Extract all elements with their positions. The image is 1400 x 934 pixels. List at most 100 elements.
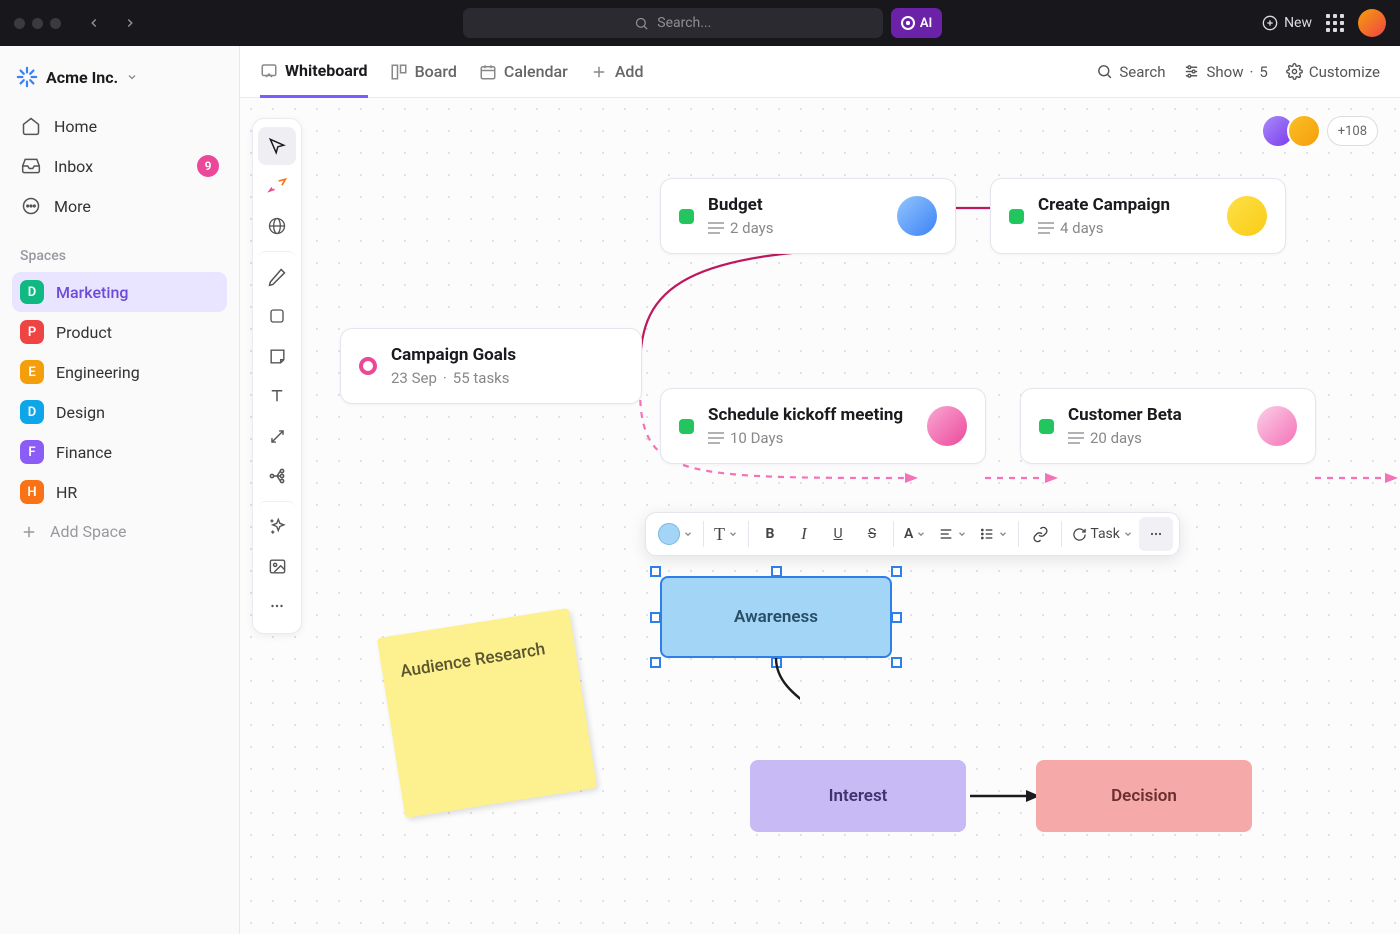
tool-text[interactable] <box>258 377 296 415</box>
add-space[interactable]: Add Space <box>12 512 227 551</box>
tab-board[interactable]: Board <box>390 46 457 98</box>
card-sub: 20 days <box>1068 429 1243 447</box>
view-tabs: Whiteboard Board Calendar Add Search Sho… <box>240 46 1400 98</box>
flow-decision[interactable]: Decision <box>1036 760 1252 832</box>
card-budget[interactable]: Budget 2 days <box>660 178 956 254</box>
collaborators[interactable]: +108 <box>1269 114 1378 148</box>
tab-add[interactable]: Add <box>590 46 644 98</box>
window-controls[interactable] <box>14 18 61 29</box>
assignee-avatar <box>927 406 967 446</box>
home-icon <box>20 115 42 137</box>
avatar <box>1287 114 1321 148</box>
tool-image[interactable] <box>258 547 296 585</box>
nav-forward[interactable] <box>117 10 143 36</box>
space-marketing[interactable]: D Marketing <box>12 272 227 312</box>
apps-icon[interactable] <box>1326 14 1344 32</box>
collab-more[interactable]: +108 <box>1327 116 1378 146</box>
sidebar: Acme Inc. Home Inbox 9 More Spaces D Mark… <box>0 46 240 934</box>
status-square <box>1039 419 1054 434</box>
card-title: Schedule kickoff meeting <box>708 405 913 425</box>
sticky-note[interactable]: Audience Research <box>377 608 597 818</box>
card-sub: 4 days <box>1038 219 1213 237</box>
nav-home[interactable]: Home <box>12 106 227 146</box>
whiteboard-canvas[interactable]: +108 <box>240 98 1400 934</box>
tool-mindmap[interactable] <box>258 457 296 495</box>
plus-icon <box>590 63 608 81</box>
space-label: Product <box>56 323 112 342</box>
format-toolbar: T B I U S A Task <box>645 512 1180 556</box>
tool-magic[interactable] <box>258 501 296 545</box>
space-icon: P <box>20 320 44 344</box>
nav-more[interactable]: More <box>12 186 227 226</box>
tool-sticky[interactable] <box>258 337 296 375</box>
ai-icon <box>901 16 915 30</box>
card-title: Campaign Goals <box>391 345 623 365</box>
convert-task[interactable]: Task <box>1066 517 1139 551</box>
tab-calendar[interactable]: Calendar <box>479 46 568 98</box>
tool-connector[interactable] <box>258 417 296 455</box>
strikethrough[interactable]: S <box>855 517 889 551</box>
nav-inbox[interactable]: Inbox 9 <box>12 146 227 186</box>
workspace-switcher[interactable]: Acme Inc. <box>12 60 227 106</box>
content-area: Whiteboard Board Calendar Add Search Sho… <box>240 46 1400 934</box>
inbox-icon <box>20 155 42 177</box>
tab-whiteboard[interactable]: Whiteboard <box>260 46 368 98</box>
view-show[interactable]: Show · 5 <box>1183 63 1267 81</box>
space-hr[interactable]: HHR <box>12 472 227 512</box>
search-placeholder: Search... <box>657 15 711 31</box>
card-kickoff[interactable]: Schedule kickoff meeting 10 Days <box>660 388 986 464</box>
global-search[interactable]: Search... <box>463 8 883 38</box>
text-color[interactable]: A <box>898 517 932 551</box>
underline[interactable]: U <box>821 517 855 551</box>
align[interactable] <box>932 517 973 551</box>
list[interactable] <box>973 517 1014 551</box>
card-title: Create Campaign <box>1038 195 1213 215</box>
user-avatar[interactable] <box>1358 9 1386 37</box>
card-title: Budget <box>708 195 883 215</box>
link[interactable] <box>1023 517 1057 551</box>
nav-back[interactable] <box>81 10 107 36</box>
flow-awareness[interactable]: Awareness <box>660 576 892 658</box>
card-beta[interactable]: Customer Beta 20 days <box>1020 388 1316 464</box>
card-sub: 23 Sep · 55 tasks <box>391 369 623 387</box>
card-campaign[interactable]: Create Campaign 4 days <box>990 178 1286 254</box>
card-title: Customer Beta <box>1068 405 1243 425</box>
flow-interest[interactable]: Interest <box>750 760 966 832</box>
more-options[interactable] <box>1139 517 1173 551</box>
new-button[interactable]: New <box>1262 15 1312 31</box>
space-label: HR <box>56 483 77 502</box>
titlebar: Search... AI New <box>0 0 1400 46</box>
tool-ai[interactable] <box>258 167 296 205</box>
view-customize[interactable]: Customize <box>1286 63 1380 81</box>
space-product[interactable]: P Product <box>12 312 227 352</box>
status-square <box>1009 209 1024 224</box>
tool-select[interactable] <box>258 127 296 165</box>
status-square <box>679 209 694 224</box>
logo-icon <box>16 66 38 88</box>
space-design[interactable]: DDesign <box>12 392 227 432</box>
space-icon: D <box>20 280 44 304</box>
tool-shape[interactable] <box>258 297 296 335</box>
tool-web[interactable] <box>258 207 296 245</box>
space-label: Engineering <box>56 363 140 382</box>
inbox-badge: 9 <box>197 155 219 177</box>
font-family[interactable]: T <box>708 517 744 551</box>
space-engineering[interactable]: E Engineering <box>12 352 227 392</box>
fill-color[interactable] <box>652 517 699 551</box>
spaces-header: Spaces <box>12 226 227 272</box>
tool-more[interactable] <box>258 587 296 625</box>
canvas-toolbar <box>252 118 302 634</box>
space-icon: E <box>20 360 44 384</box>
space-label: Finance <box>56 443 112 462</box>
tool-pen[interactable] <box>258 251 296 295</box>
board-icon <box>390 63 408 81</box>
status-square <box>679 419 694 434</box>
view-search[interactable]: Search <box>1096 63 1165 81</box>
space-icon: D <box>20 400 44 424</box>
space-finance[interactable]: FFinance <box>12 432 227 472</box>
space-label: Marketing <box>56 283 128 302</box>
bold[interactable]: B <box>753 517 787 551</box>
card-root[interactable]: Campaign Goals 23 Sep · 55 tasks <box>340 328 642 404</box>
italic[interactable]: I <box>787 517 821 551</box>
ai-button[interactable]: AI <box>891 8 942 38</box>
